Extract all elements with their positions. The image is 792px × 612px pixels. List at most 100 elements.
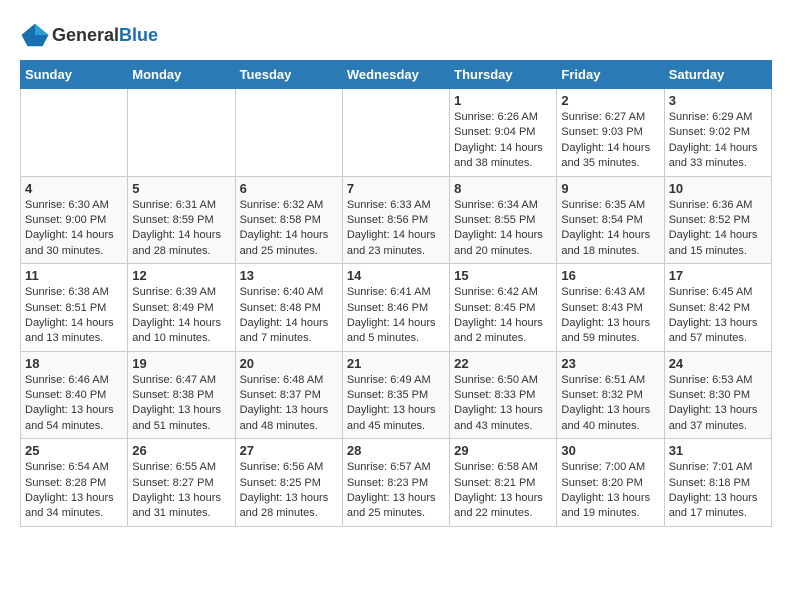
day-number: 10 <box>669 181 767 196</box>
header-sunday: Sunday <box>21 61 128 89</box>
calendar-cell: 14 Sunrise: 6:41 AM Sunset: 8:46 PM Dayli… <box>342 264 449 352</box>
day-info: Sunrise: 6:47 AM Sunset: 8:38 PM Dayligh… <box>132 373 230 435</box>
day-number: 20 <box>240 356 338 371</box>
day-number: 15 <box>454 268 552 283</box>
day-info: Sunrise: 6:49 AM Sunset: 8:35 PM Dayligh… <box>347 373 445 435</box>
day-number: 26 <box>132 443 230 458</box>
day-info: Sunrise: 6:53 AM Sunset: 8:30 PM Dayligh… <box>669 373 767 435</box>
day-info: Sunrise: 6:34 AM Sunset: 8:55 PM Dayligh… <box>454 198 552 260</box>
day-info: Sunrise: 6:31 AM Sunset: 8:59 PM Dayligh… <box>132 198 230 260</box>
calendar-cell: 24 Sunrise: 6:53 AM Sunset: 8:30 PM Dayli… <box>664 351 771 439</box>
day-number: 18 <box>25 356 123 371</box>
calendar-cell: 21Sunrise: 6:49 AM Sunset: 8:35 PM Dayli… <box>342 351 449 439</box>
day-info: Sunrise: 6:56 AM Sunset: 8:25 PM Dayligh… <box>240 460 338 522</box>
week-row-3: 18Sunrise: 6:46 AM Sunset: 8:40 PM Dayli… <box>21 351 772 439</box>
day-number: 1 <box>454 93 552 108</box>
day-info: Sunrise: 6:58 AM Sunset: 8:21 PM Dayligh… <box>454 460 552 522</box>
calendar-cell: 18Sunrise: 6:46 AM Sunset: 8:40 PM Dayli… <box>21 351 128 439</box>
page-header: GeneralBlue <box>20 20 772 50</box>
calendar-cell: 1 Sunrise: 6:26 AM Sunset: 9:04 PM Daylig… <box>450 89 557 177</box>
calendar-cell: 28Sunrise: 6:57 AM Sunset: 8:23 PM Dayli… <box>342 439 449 527</box>
day-number: 22 <box>454 356 552 371</box>
day-info: Sunrise: 6:32 AM Sunset: 8:58 PM Dayligh… <box>240 198 338 260</box>
calendar-cell: 13 Sunrise: 6:40 AM Sunset: 8:48 PM Dayli… <box>235 264 342 352</box>
calendar-cell: 20 Sunrise: 6:48 AM Sunset: 8:37 PM Dayli… <box>235 351 342 439</box>
calendar-cell: 7 Sunrise: 6:33 AM Sunset: 8:56 PM Daylig… <box>342 176 449 264</box>
calendar-cell: 22Sunrise: 6:50 AM Sunset: 8:33 PM Dayli… <box>450 351 557 439</box>
day-number: 6 <box>240 181 338 196</box>
day-number: 24 <box>669 356 767 371</box>
day-number: 4 <box>25 181 123 196</box>
day-number: 9 <box>561 181 659 196</box>
calendar-cell: 30 Sunrise: 7:00 AM Sunset: 8:20 PM Dayli… <box>557 439 664 527</box>
day-number: 8 <box>454 181 552 196</box>
day-info: Sunrise: 6:54 AM Sunset: 8:28 PM Dayligh… <box>25 460 123 522</box>
calendar-cell: 3 Sunrise: 6:29 AM Sunset: 9:02 PM Daylig… <box>664 89 771 177</box>
header-tuesday: Tuesday <box>235 61 342 89</box>
day-info: Sunrise: 6:39 AM Sunset: 8:49 PM Dayligh… <box>132 285 230 347</box>
calendar-cell <box>128 89 235 177</box>
day-info: Sunrise: 7:01 AM Sunset: 8:18 PM Dayligh… <box>669 460 767 522</box>
calendar-cell: 19 Sunrise: 6:47 AM Sunset: 8:38 PM Dayli… <box>128 351 235 439</box>
calendar-cell: 2 Sunrise: 6:27 AM Sunset: 9:03 PM Daylig… <box>557 89 664 177</box>
logo: GeneralBlue <box>20 20 158 50</box>
header-wednesday: Wednesday <box>342 61 449 89</box>
day-number: 27 <box>240 443 338 458</box>
logo-icon <box>20 20 50 50</box>
day-number: 30 <box>561 443 659 458</box>
day-number: 12 <box>132 268 230 283</box>
week-row-0: 1 Sunrise: 6:26 AM Sunset: 9:04 PM Daylig… <box>21 89 772 177</box>
calendar-cell: 4Sunrise: 6:30 AM Sunset: 9:00 PM Daylig… <box>21 176 128 264</box>
day-number: 13 <box>240 268 338 283</box>
day-number: 7 <box>347 181 445 196</box>
day-info: Sunrise: 6:40 AM Sunset: 8:48 PM Dayligh… <box>240 285 338 347</box>
day-number: 28 <box>347 443 445 458</box>
day-info: Sunrise: 6:55 AM Sunset: 8:27 PM Dayligh… <box>132 460 230 522</box>
week-row-2: 11 Sunrise: 6:38 AM Sunset: 8:51 PM Dayli… <box>21 264 772 352</box>
calendar-cell: 5 Sunrise: 6:31 AM Sunset: 8:59 PM Daylig… <box>128 176 235 264</box>
day-number: 23 <box>561 356 659 371</box>
calendar-header-row: SundayMondayTuesdayWednesdayThursdayFrid… <box>21 61 772 89</box>
calendar-cell <box>342 89 449 177</box>
day-info: Sunrise: 6:36 AM Sunset: 8:52 PM Dayligh… <box>669 198 767 260</box>
calendar-cell: 9Sunrise: 6:35 AM Sunset: 8:54 PM Daylig… <box>557 176 664 264</box>
day-info: Sunrise: 6:48 AM Sunset: 8:37 PM Dayligh… <box>240 373 338 435</box>
logo-general-text: General <box>52 25 119 45</box>
day-number: 16 <box>561 268 659 283</box>
day-number: 2 <box>561 93 659 108</box>
calendar-cell: 15Sunrise: 6:42 AM Sunset: 8:45 PM Dayli… <box>450 264 557 352</box>
calendar-cell: 25 Sunrise: 6:54 AM Sunset: 8:28 PM Dayli… <box>21 439 128 527</box>
day-number: 19 <box>132 356 230 371</box>
calendar-cell: 27 Sunrise: 6:56 AM Sunset: 8:25 PM Dayli… <box>235 439 342 527</box>
calendar-cell: 12 Sunrise: 6:39 AM Sunset: 8:49 PM Dayli… <box>128 264 235 352</box>
calendar-cell <box>235 89 342 177</box>
calendar-cell: 10 Sunrise: 6:36 AM Sunset: 8:52 PM Dayli… <box>664 176 771 264</box>
header-friday: Friday <box>557 61 664 89</box>
day-info: Sunrise: 6:45 AM Sunset: 8:42 PM Dayligh… <box>669 285 767 347</box>
calendar-cell: 29 Sunrise: 6:58 AM Sunset: 8:21 PM Dayli… <box>450 439 557 527</box>
header-monday: Monday <box>128 61 235 89</box>
day-number: 14 <box>347 268 445 283</box>
calendar-cell: 6 Sunrise: 6:32 AM Sunset: 8:58 PM Daylig… <box>235 176 342 264</box>
day-info: Sunrise: 6:26 AM Sunset: 9:04 PM Dayligh… <box>454 110 552 172</box>
day-number: 31 <box>669 443 767 458</box>
day-info: Sunrise: 6:27 AM Sunset: 9:03 PM Dayligh… <box>561 110 659 172</box>
calendar-table: SundayMondayTuesdayWednesdayThursdayFrid… <box>20 60 772 527</box>
calendar-cell: 17Sunrise: 6:45 AM Sunset: 8:42 PM Dayli… <box>664 264 771 352</box>
day-number: 29 <box>454 443 552 458</box>
day-number: 5 <box>132 181 230 196</box>
day-number: 11 <box>25 268 123 283</box>
calendar-cell: 16 Sunrise: 6:43 AM Sunset: 8:43 PM Dayli… <box>557 264 664 352</box>
calendar-cell: 8 Sunrise: 6:34 AM Sunset: 8:55 PM Daylig… <box>450 176 557 264</box>
calendar-cell: 11 Sunrise: 6:38 AM Sunset: 8:51 PM Dayli… <box>21 264 128 352</box>
day-number: 3 <box>669 93 767 108</box>
day-number: 25 <box>25 443 123 458</box>
day-info: Sunrise: 6:41 AM Sunset: 8:46 PM Dayligh… <box>347 285 445 347</box>
calendar-cell: 31 Sunrise: 7:01 AM Sunset: 8:18 PM Dayli… <box>664 439 771 527</box>
day-info: Sunrise: 6:43 AM Sunset: 8:43 PM Dayligh… <box>561 285 659 347</box>
day-info: Sunrise: 6:38 AM Sunset: 8:51 PM Dayligh… <box>25 285 123 347</box>
day-info: Sunrise: 6:29 AM Sunset: 9:02 PM Dayligh… <box>669 110 767 172</box>
day-info: Sunrise: 6:33 AM Sunset: 8:56 PM Dayligh… <box>347 198 445 260</box>
day-info: Sunrise: 7:00 AM Sunset: 8:20 PM Dayligh… <box>561 460 659 522</box>
calendar-cell: 26 Sunrise: 6:55 AM Sunset: 8:27 PM Dayli… <box>128 439 235 527</box>
